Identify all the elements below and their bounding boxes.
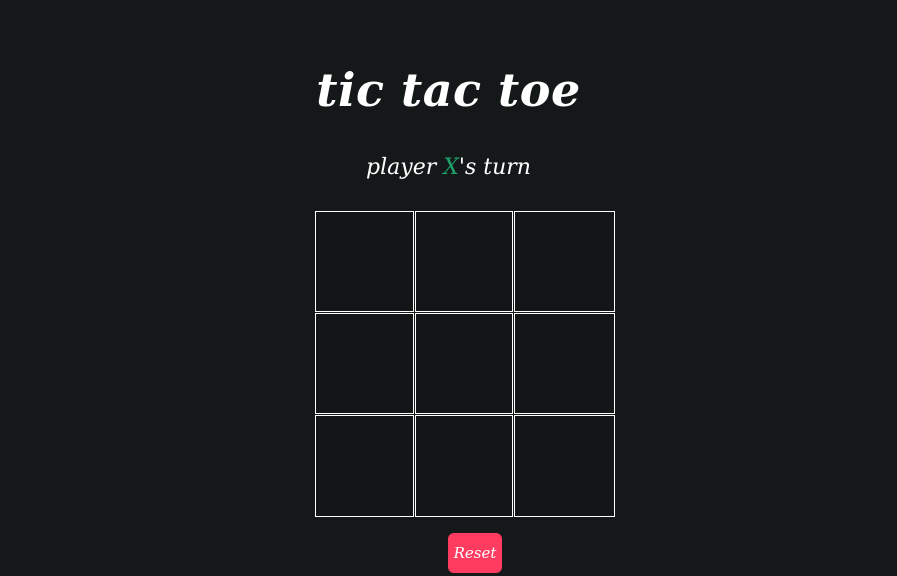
board-cell-9[interactable] bbox=[514, 415, 615, 517]
board-cell-2[interactable] bbox=[415, 211, 513, 312]
board-cell-7[interactable] bbox=[315, 415, 414, 517]
board-cell-6[interactable] bbox=[514, 313, 615, 414]
game-board bbox=[315, 211, 615, 517]
turn-status-prefix: player bbox=[366, 155, 444, 180]
turn-status: player X's turn bbox=[0, 152, 897, 184]
current-player: X bbox=[443, 155, 459, 180]
board-cell-4[interactable] bbox=[315, 313, 414, 414]
board-cell-3[interactable] bbox=[514, 211, 615, 312]
board-cell-8[interactable] bbox=[415, 415, 513, 517]
reset-button[interactable]: Reset bbox=[448, 533, 502, 573]
game-title: tic tac toe bbox=[316, 63, 581, 117]
turn-status-suffix: 's turn bbox=[458, 155, 531, 180]
board-cell-5[interactable] bbox=[415, 313, 513, 414]
board-cell-1[interactable] bbox=[315, 211, 414, 312]
